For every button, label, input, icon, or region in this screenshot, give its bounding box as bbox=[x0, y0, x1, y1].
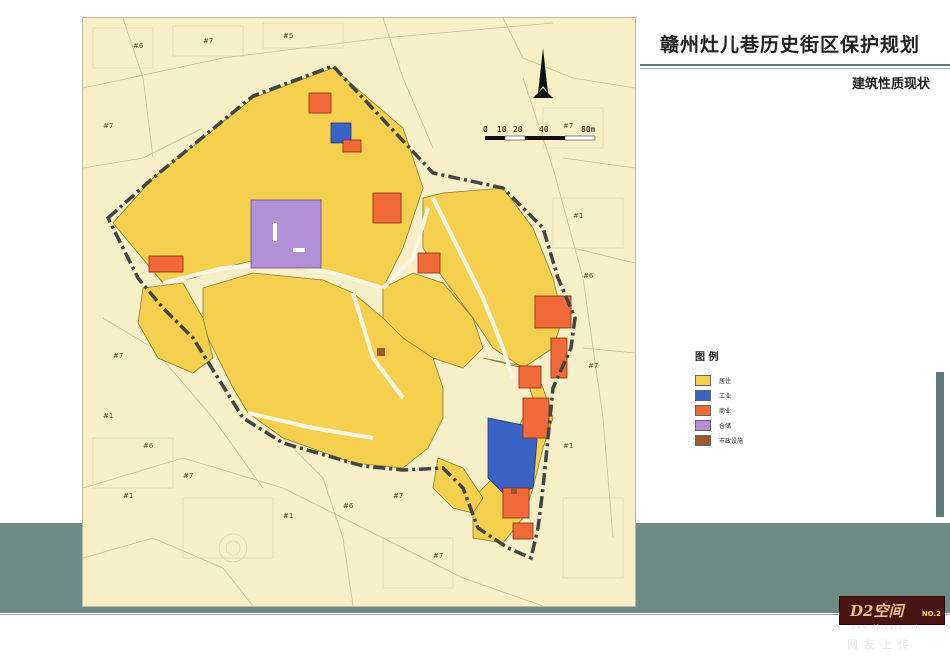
north-arrow-icon bbox=[533, 48, 553, 98]
storage-inner-mark bbox=[273, 223, 277, 241]
svg-text:#7: #7 bbox=[103, 122, 113, 130]
svg-text:#7: #7 bbox=[433, 552, 443, 560]
legend-label: 工业 bbox=[719, 393, 732, 400]
footer-divider bbox=[0, 614, 950, 615]
legend-item-residential: 居住 bbox=[695, 373, 815, 388]
svg-text:#7: #7 bbox=[113, 352, 123, 360]
storage-block bbox=[250, 199, 322, 269]
utility-block bbox=[377, 348, 385, 356]
watermark: D2空间 NO.2 www.d2space.net 网友上传 bbox=[833, 588, 947, 668]
scale-label-40: 40 bbox=[539, 125, 549, 134]
svg-text:#1: #1 bbox=[573, 212, 583, 220]
swatch-commercial bbox=[695, 405, 711, 416]
legend-label: 商业 bbox=[719, 408, 732, 415]
title-rule bbox=[640, 64, 950, 66]
svg-text:#7: #7 bbox=[183, 472, 193, 480]
legend-item-commercial: 商业 bbox=[695, 403, 815, 418]
storage-inner-mark-2 bbox=[293, 248, 305, 252]
legend-title: 图 例 bbox=[695, 352, 719, 363]
svg-text:#7: #7 bbox=[203, 37, 213, 45]
watermark-upload-text: 网友上传 bbox=[847, 638, 915, 651]
map-canvas[interactable]: #6 #7 #5 #7 #7 #1 #6 #7 #1 #7 #1 #6 #7 #1 #7 #6 #1 #… bbox=[82, 17, 636, 607]
title-rule-thin bbox=[640, 68, 950, 69]
legend-label: 市政设施 bbox=[719, 438, 744, 445]
watermark-url: www.d2space.net bbox=[851, 624, 920, 631]
svg-text:#6: #6 bbox=[583, 272, 594, 280]
legend-label: 仓储 bbox=[719, 423, 732, 430]
scale-label-80m: 80m bbox=[581, 125, 596, 134]
svg-text:#6: #6 bbox=[133, 42, 144, 50]
page-title: 赣州灶儿巷历史街区保护规划 bbox=[659, 34, 920, 56]
swatch-industrial bbox=[695, 390, 711, 401]
legend-item-industrial: 工业 bbox=[695, 388, 815, 403]
side-accent-bar bbox=[936, 372, 944, 517]
swatch-storage bbox=[695, 420, 711, 431]
watermark-logo: D2空间 NO.2 bbox=[839, 596, 945, 625]
svg-text:#6: #6 bbox=[343, 502, 354, 510]
utility-block-2 bbox=[511, 488, 517, 494]
svg-text:#7: #7 bbox=[393, 492, 403, 500]
scale-label-20: 20 bbox=[513, 125, 523, 134]
scale-labels: 0 10 20 40 80m bbox=[483, 125, 596, 134]
svg-text:#7: #7 bbox=[588, 362, 598, 370]
watermark-logo-text: D2空间 bbox=[850, 602, 904, 620]
watermark-badge: NO.2 bbox=[921, 610, 941, 618]
scale-bar bbox=[485, 135, 596, 141]
scale-label-0: 0 bbox=[483, 125, 488, 134]
legend-item-storage: 仓储 bbox=[695, 418, 815, 433]
svg-text:#1: #1 bbox=[103, 412, 113, 420]
svg-text:#1: #1 bbox=[283, 512, 293, 520]
footer-area bbox=[0, 613, 950, 671]
legend-label: 居住 bbox=[719, 378, 732, 385]
svg-text:#7: #7 bbox=[563, 122, 573, 130]
scale-label-10: 10 bbox=[497, 125, 507, 134]
svg-text:#1: #1 bbox=[123, 492, 133, 500]
swatch-residential bbox=[695, 375, 711, 386]
map-svg: #6 #7 #5 #7 #7 #1 #6 #7 #1 #7 #1 #6 #7 #1 #7 #6 #1 #… bbox=[83, 18, 635, 606]
page-subtitle: 建筑性质现状 bbox=[851, 77, 930, 92]
svg-text:#5: #5 bbox=[283, 32, 293, 40]
legend: 图 例 居住 工业 商业 仓储 市政设施 bbox=[695, 348, 815, 448]
svg-text:#1: #1 bbox=[563, 442, 573, 450]
swatch-utility bbox=[695, 435, 711, 446]
svg-text:#6: #6 bbox=[143, 442, 154, 450]
legend-item-utility: 市政设施 bbox=[695, 433, 815, 448]
